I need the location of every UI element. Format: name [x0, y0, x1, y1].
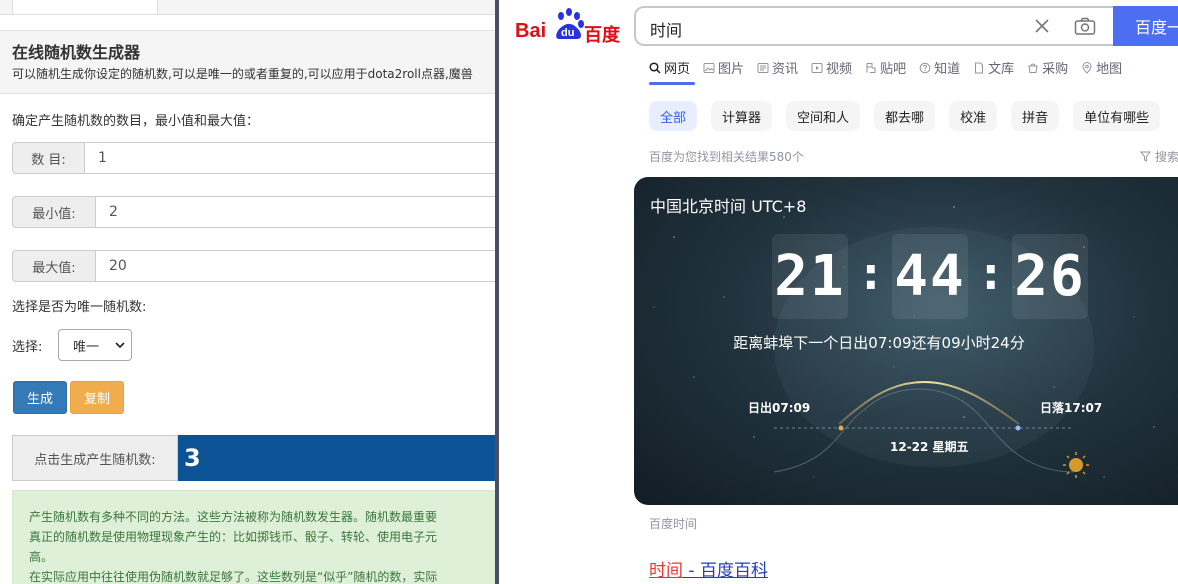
search-nav-tabs: 网页 图片 资讯 视频 贴吧 知道 文库 采购 地图	[649, 58, 1135, 77]
chip-all[interactable]: 全部	[649, 101, 698, 131]
image-icon	[703, 62, 715, 73]
unique-select[interactable]: 唯一	[58, 329, 132, 361]
tab-news[interactable]: 资讯	[757, 58, 798, 77]
shopping-icon	[1028, 63, 1038, 73]
colon-separator: :	[862, 249, 880, 300]
search-input[interactable]: 时间	[634, 6, 1114, 46]
date-label: 12-22 星期五	[890, 440, 969, 454]
tab-images[interactable]: 图片	[703, 58, 744, 77]
sun-arc-graphic	[773, 380, 1089, 478]
chevron-down-icon	[115, 341, 125, 348]
max-input[interactable]: 20	[96, 250, 497, 282]
generate-button[interactable]: 生成	[13, 381, 67, 414]
tab-label: 文库	[988, 62, 1015, 77]
logo-text-bai: Bai	[515, 20, 547, 42]
baike-title-rest: - 百度百科	[683, 561, 768, 581]
chip-calculator[interactable]: 计算器	[711, 101, 773, 131]
max-label: 最大值:	[12, 250, 96, 282]
tab-label: 资讯	[772, 62, 799, 77]
top-tab-strip	[0, 0, 497, 15]
baike-result-link[interactable]: 时间 - 百度百科	[649, 556, 768, 581]
video-icon	[811, 62, 823, 73]
unique-prompt: 选择是否为唯一随机数:	[12, 300, 147, 315]
tab-label: 视频	[826, 62, 853, 77]
select-label: 选择:	[12, 340, 43, 355]
seconds-display: 26	[1012, 234, 1088, 319]
sunrise-label: 日出07:09	[748, 401, 811, 415]
baidu-search-page: Bai du 百度 时间 百度一下 网页 图片 资讯 视频	[499, 0, 1178, 584]
page-description: 可以随机生成你设定的随机数,可以是唯一的或者重复的,可以应用于dota2roll…	[12, 67, 473, 81]
minutes-display: 44	[892, 234, 968, 319]
tab-tieba[interactable]: 贴吧	[865, 58, 906, 77]
config-prompt: 确定产生随机数的数目，最小值和最大值：	[12, 114, 260, 129]
camera-icon[interactable]	[1074, 17, 1096, 36]
count-label: 数 目:	[12, 142, 85, 174]
chip-calibrate[interactable]: 校准	[949, 101, 998, 131]
tab-label: 地图	[1096, 62, 1123, 77]
tab-label: 贴吧	[880, 62, 907, 77]
max-input-group: 最大值: 20	[12, 250, 497, 282]
map-icon	[1082, 61, 1092, 74]
search-tools-label: 搜索工具	[1155, 150, 1178, 164]
sun-icon	[1063, 452, 1089, 478]
hours-display: 21	[772, 234, 848, 319]
tab-label: 图片	[718, 62, 745, 77]
question-icon	[919, 62, 931, 73]
tab-shopping[interactable]: 采购	[1027, 58, 1068, 77]
chip-pinyin[interactable]: 拼音	[1011, 101, 1060, 131]
tab-zhidao[interactable]: 知道	[919, 58, 960, 77]
tab-label: 采购	[1042, 62, 1069, 77]
min-input[interactable]: 2	[96, 196, 497, 228]
filter-chips: 全部 计算器 空间和人 都去哪 校准 拼音 单位有哪些	[649, 101, 1174, 131]
tab-map[interactable]: 地图	[1081, 58, 1122, 77]
chip-where[interactable]: 都去哪	[874, 101, 936, 131]
next-sunrise-text: 距离蚌埠下一个日出07:09还有09小时24分	[733, 334, 1025, 352]
document-icon	[975, 62, 984, 73]
chip-space-people[interactable]: 空间和人	[786, 101, 861, 131]
count-input-group: 数 目: 1	[12, 142, 497, 174]
baidu-logo[interactable]: Bai du 百度	[514, 8, 624, 46]
tab-label: 网页	[664, 62, 691, 77]
result-count: 百度为您找到相关结果580个	[649, 150, 804, 164]
active-tab[interactable]	[12, 0, 158, 14]
logo-text-du: du	[561, 27, 575, 39]
page-title: 在线随机数生成器	[12, 43, 141, 62]
search-tools-button[interactable]: 搜索工具	[1140, 148, 1178, 165]
unique-select-value: 唯一	[73, 339, 100, 355]
min-label: 最小值:	[12, 196, 96, 228]
baike-keyword: 时间	[649, 561, 683, 581]
search-button[interactable]: 百度一下	[1113, 6, 1178, 46]
news-icon	[757, 62, 769, 73]
tieba-icon	[866, 62, 876, 73]
time-card: 中国北京时间 UTC+8 21 : 44 : 26 距离蚌埠下一个日出07:09…	[634, 177, 1178, 505]
tab-video[interactable]: 视频	[811, 58, 852, 77]
logo-text-baidu: 百度	[584, 25, 620, 46]
result-label: 点击生成产生随机数:	[12, 435, 178, 481]
chip-units[interactable]: 单位有哪些	[1073, 101, 1161, 131]
search-icon	[649, 61, 661, 74]
colon-separator: :	[982, 249, 1000, 300]
tab-label: 知道	[934, 62, 961, 77]
info-line: 产生随机数有多种不同的方法。这些方法被称为随机数发生器。随机数最重要	[29, 510, 438, 524]
min-input-group: 最小值: 2	[12, 196, 497, 228]
random-number-page: 在线随机数生成器 可以随机生成你设定的随机数,可以是唯一的或者重复的,可以应用于…	[0, 0, 497, 584]
info-line: 真正的随机数是使用物理现象产生的：比如掷钱币、骰子、转轮、使用电子元	[29, 530, 438, 544]
result-row: 点击生成产生随机数: 3	[12, 435, 497, 481]
tab-wenku[interactable]: 文库	[973, 58, 1014, 77]
info-box: 产生随机数有多种不同的方法。这些方法被称为随机数发生器。随机数最重要 真正的随机…	[12, 490, 497, 584]
tab-web[interactable]: 网页	[649, 58, 690, 77]
result-source: 百度时间	[649, 517, 698, 531]
sunset-label: 日落17:07	[1040, 401, 1103, 415]
clear-icon[interactable]	[1034, 18, 1050, 34]
card-title: 中国北京时间 UTC+8	[650, 197, 807, 216]
search-query: 时间	[650, 21, 683, 40]
filter-icon	[1140, 151, 1151, 162]
info-line: 高。	[29, 550, 54, 564]
copy-button[interactable]: 复制	[70, 381, 124, 414]
count-input[interactable]: 1	[85, 142, 497, 174]
tool-header: 在线随机数生成器 可以随机生成你设定的随机数,可以是唯一的或者重复的,可以应用于…	[0, 30, 497, 94]
info-line: 在实际应用中往往使用伪随机数就足够了。这些数列是“似乎”随机的数，实际	[29, 570, 438, 584]
result-value: 3	[178, 435, 497, 481]
active-tab-indicator	[649, 82, 695, 85]
